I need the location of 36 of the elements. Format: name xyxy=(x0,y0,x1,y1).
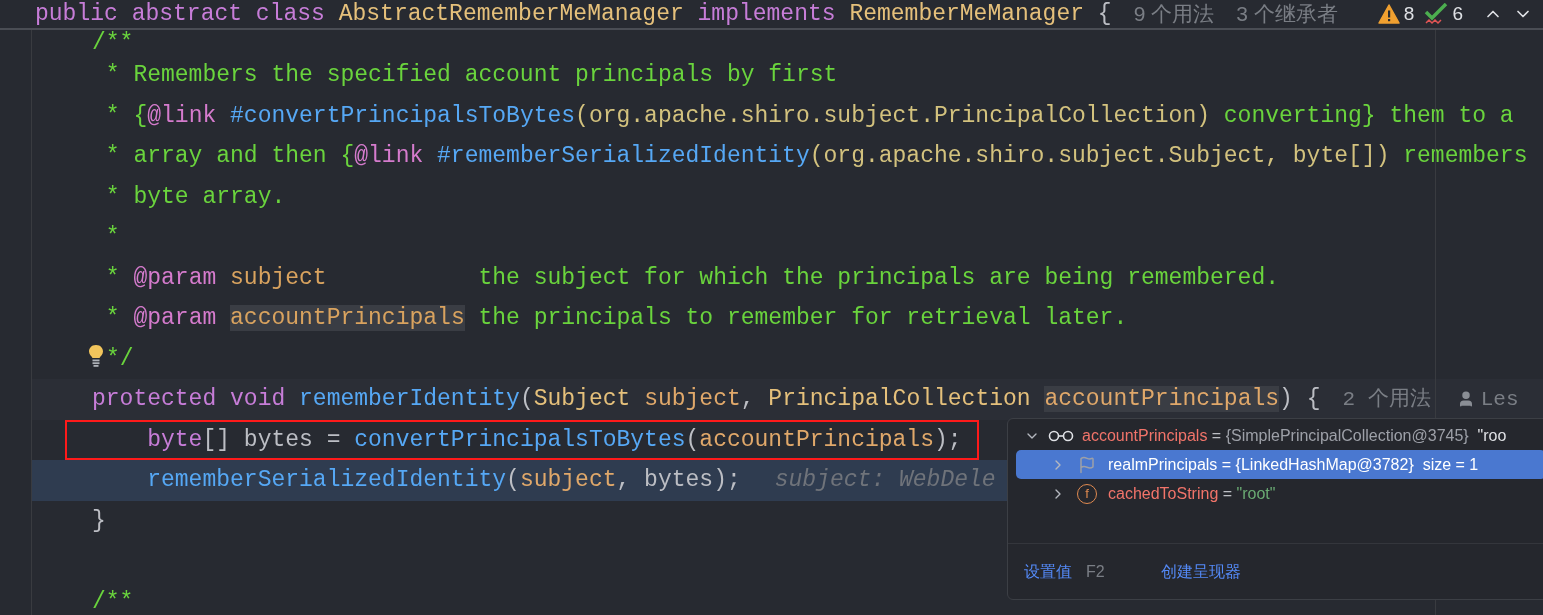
variable-entry: cachedToString = "root" xyxy=(1108,483,1276,504)
code-line: * {@link #convertPrincipalsToBytes(org.apache.shiro.subject.PrincipalCollection) converting} them to a xyxy=(104,101,1514,131)
code-line: /** xyxy=(92,31,134,54)
variable-row[interactable]: accountPrincipals = {SimplePrincipalCollection@3745} "roo xyxy=(1016,421,1543,450)
glasses-icon xyxy=(1048,429,1074,442)
variable-entry: realmPrincipals = {LinkedHashMap@3782} size = 1 xyxy=(1108,454,1479,475)
variable-row[interactable]: f cachedToString = "root" xyxy=(1016,479,1543,508)
variable-row[interactable]: realmPrincipals = {LinkedHashMap@3782} size = 1 xyxy=(1016,450,1543,479)
code-line: * @param accountPrincipals the principals to remember for retrieval later. xyxy=(104,304,1128,333)
lightbulb-icon[interactable] xyxy=(88,343,104,368)
usages-hint[interactable]: 2 个用法 xyxy=(1342,383,1431,415)
inspection-indicator[interactable]: 6 xyxy=(1424,0,1463,29)
shortcut-hint: F2 xyxy=(1086,561,1105,582)
popup-action-link[interactable]: 设置值 xyxy=(1024,559,1072,584)
code-line: * byte array. xyxy=(104,182,286,212)
popup-action-link[interactable]: 创建呈现器 xyxy=(1160,559,1241,584)
check-icon xyxy=(1424,3,1449,25)
flag-icon xyxy=(1078,455,1096,474)
code-line: * xyxy=(104,223,120,252)
variable-entry: accountPrincipals = {SimplePrincipalCollection@3745} "roo xyxy=(1082,425,1507,446)
code-line: * array and then {@link #rememberSerializedIdentity(org.apache.shiro.subject.Subject, byte[]) remembers xyxy=(104,142,1528,171)
code-line: } xyxy=(92,506,106,536)
code-line: public abstract class AbstractRememberMeManager implements RememberMeManager { xyxy=(35,0,1112,29)
author-hint[interactable]: Les xyxy=(1480,383,1519,415)
code-line: * Remembers the specified account principals by first xyxy=(104,61,838,90)
code-line: byte[] bytes = convertPrincipalsToBytes(accountPrincipals); xyxy=(146,425,962,455)
inspection-indicator[interactable]: 8 xyxy=(1377,0,1415,29)
code-line: * @param subject the subject for which the principals are being remembered. xyxy=(104,263,1280,293)
code-line: protected void rememberIdentity(Subject subject, PrincipalCollection accountPrincipals) { xyxy=(92,385,1321,414)
warning-icon xyxy=(1377,4,1400,24)
inline-value-hint: subject: WebDele xyxy=(774,466,996,495)
code-line: rememberSerializedIdentity(subject, bytes); xyxy=(146,466,741,495)
code-vision-hint[interactable]: 9 个用法 xyxy=(1133,0,1215,30)
code-line: */ xyxy=(92,341,134,376)
code-vision-hint[interactable]: 3 个继承者 xyxy=(1236,0,1338,30)
code-line: /** xyxy=(92,587,134,615)
